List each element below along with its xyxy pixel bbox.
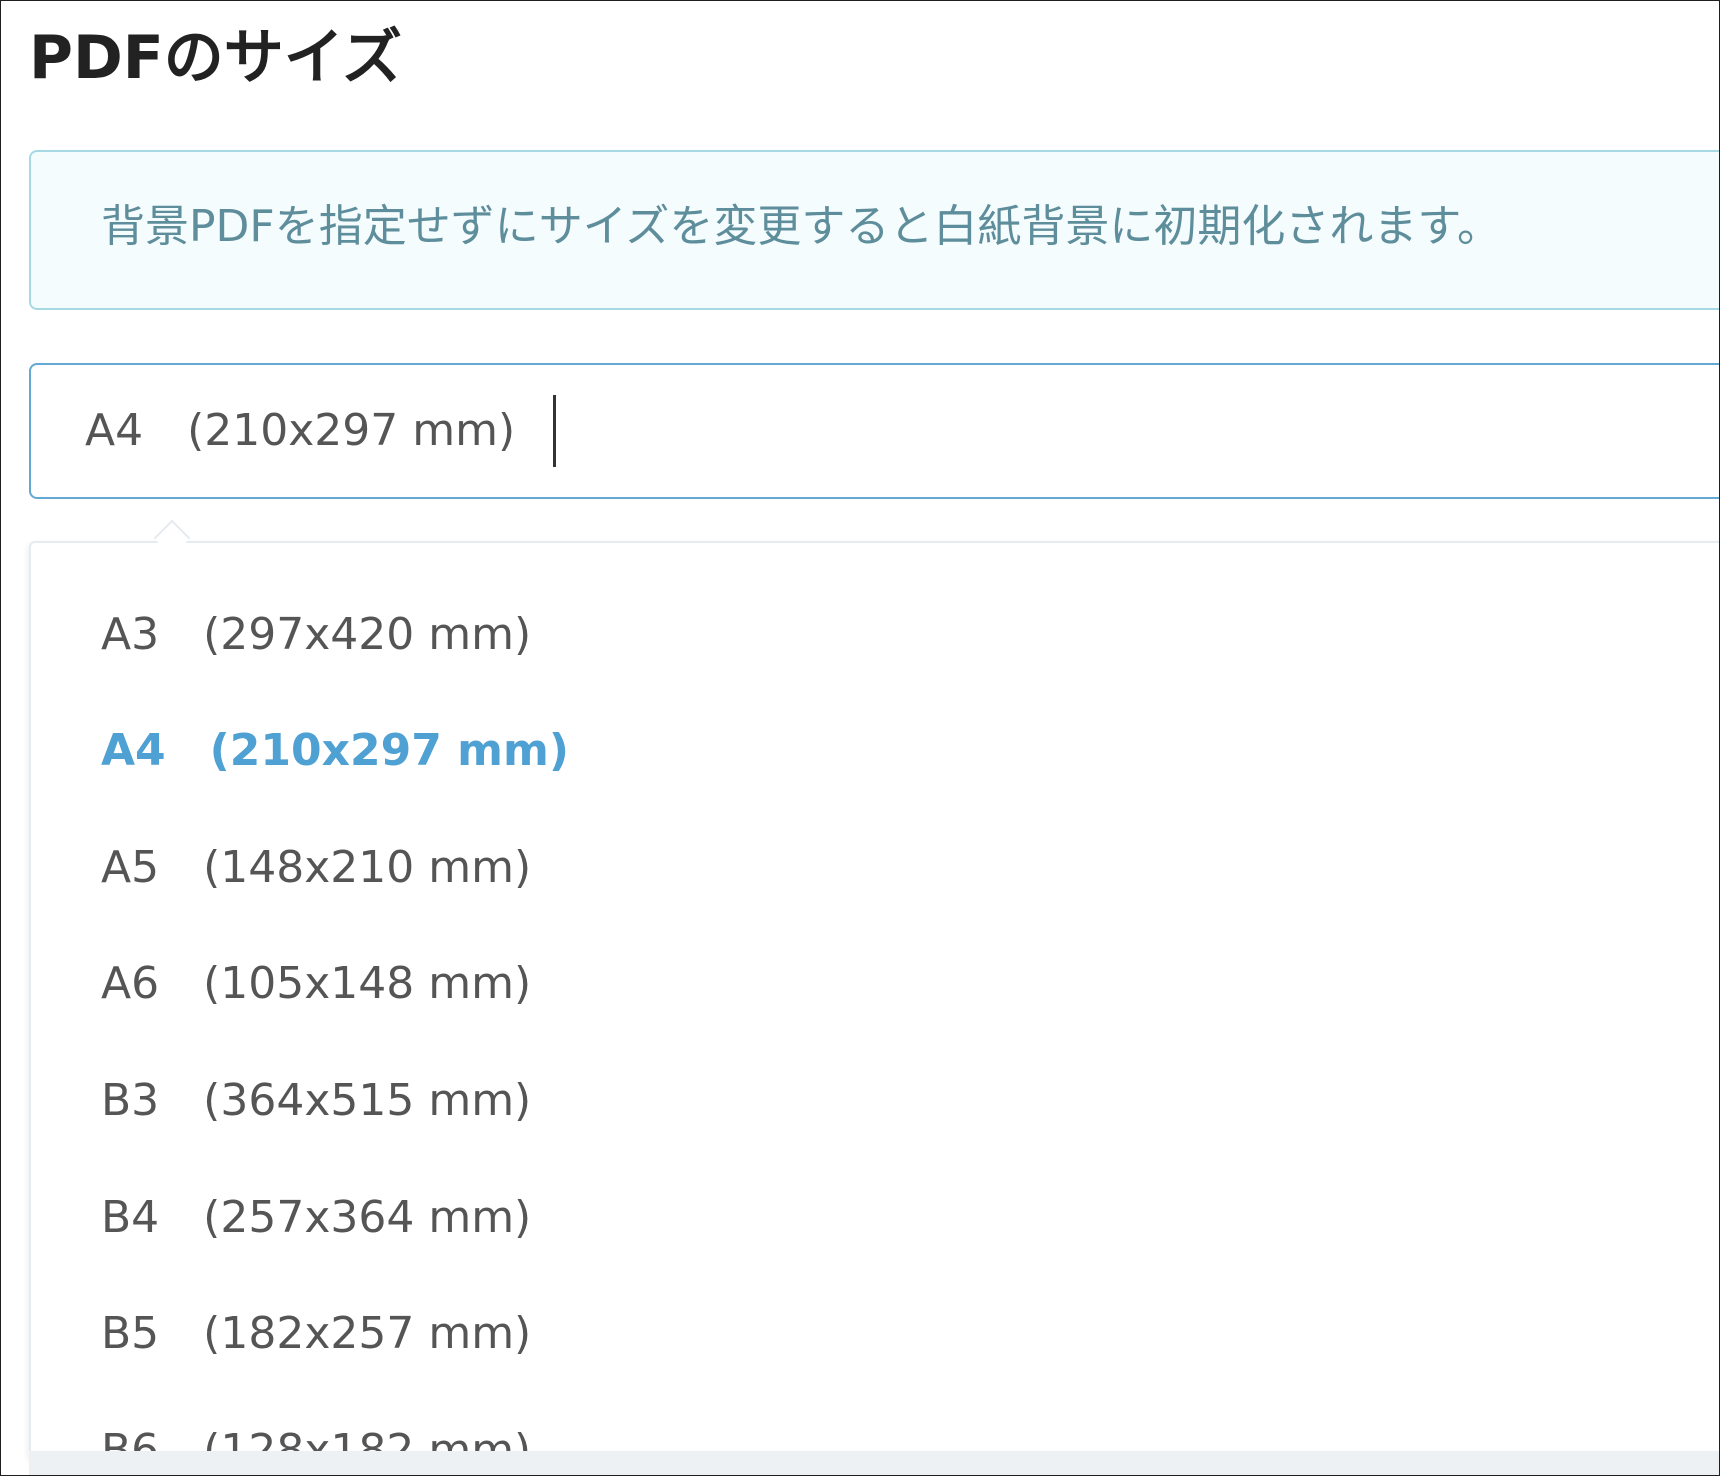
dropdown-option-a5[interactable]: A5 (148x210 mm) — [101, 838, 531, 898]
text-caret — [553, 395, 556, 467]
dropdown-option-a6[interactable]: A6 (105x148 mm) — [101, 954, 531, 1014]
info-alert-text: 背景PDFを指定せずにサイズを変更すると白紙背景に初期化されます。 — [101, 201, 1501, 252]
dropdown-option-b5[interactable]: B5 (182x257 mm) — [101, 1304, 531, 1364]
pdf-size-panel: PDFのサイズ 背景PDFを指定せずにサイズを変更すると白紙背景に初期化されます… — [0, 0, 1720, 1476]
pdf-size-dropdown-menu[interactable]: A3 (297x420 mm) A4 (210x297 mm) A5 (148x… — [29, 541, 1719, 1461]
info-alert: 背景PDFを指定せずにサイズを変更すると白紙背景に初期化されます。 — [29, 150, 1719, 310]
dropdown-option-a3[interactable]: A3 (297x420 mm) — [101, 605, 531, 665]
dropdown-option-b3[interactable]: B3 (364x515 mm) — [101, 1071, 531, 1131]
select-current-value: A4 (210x297 mm) — [85, 405, 516, 456]
section-title: PDFのサイズ — [29, 23, 402, 93]
dropdown-footer-bar — [29, 1451, 1719, 1475]
dropdown-option-b4[interactable]: B4 (257x364 mm) — [101, 1188, 531, 1248]
pdf-size-select-input[interactable]: A4 (210x297 mm) — [29, 363, 1719, 499]
dropdown-option-a4[interactable]: A4 (210x297 mm) — [101, 721, 569, 781]
